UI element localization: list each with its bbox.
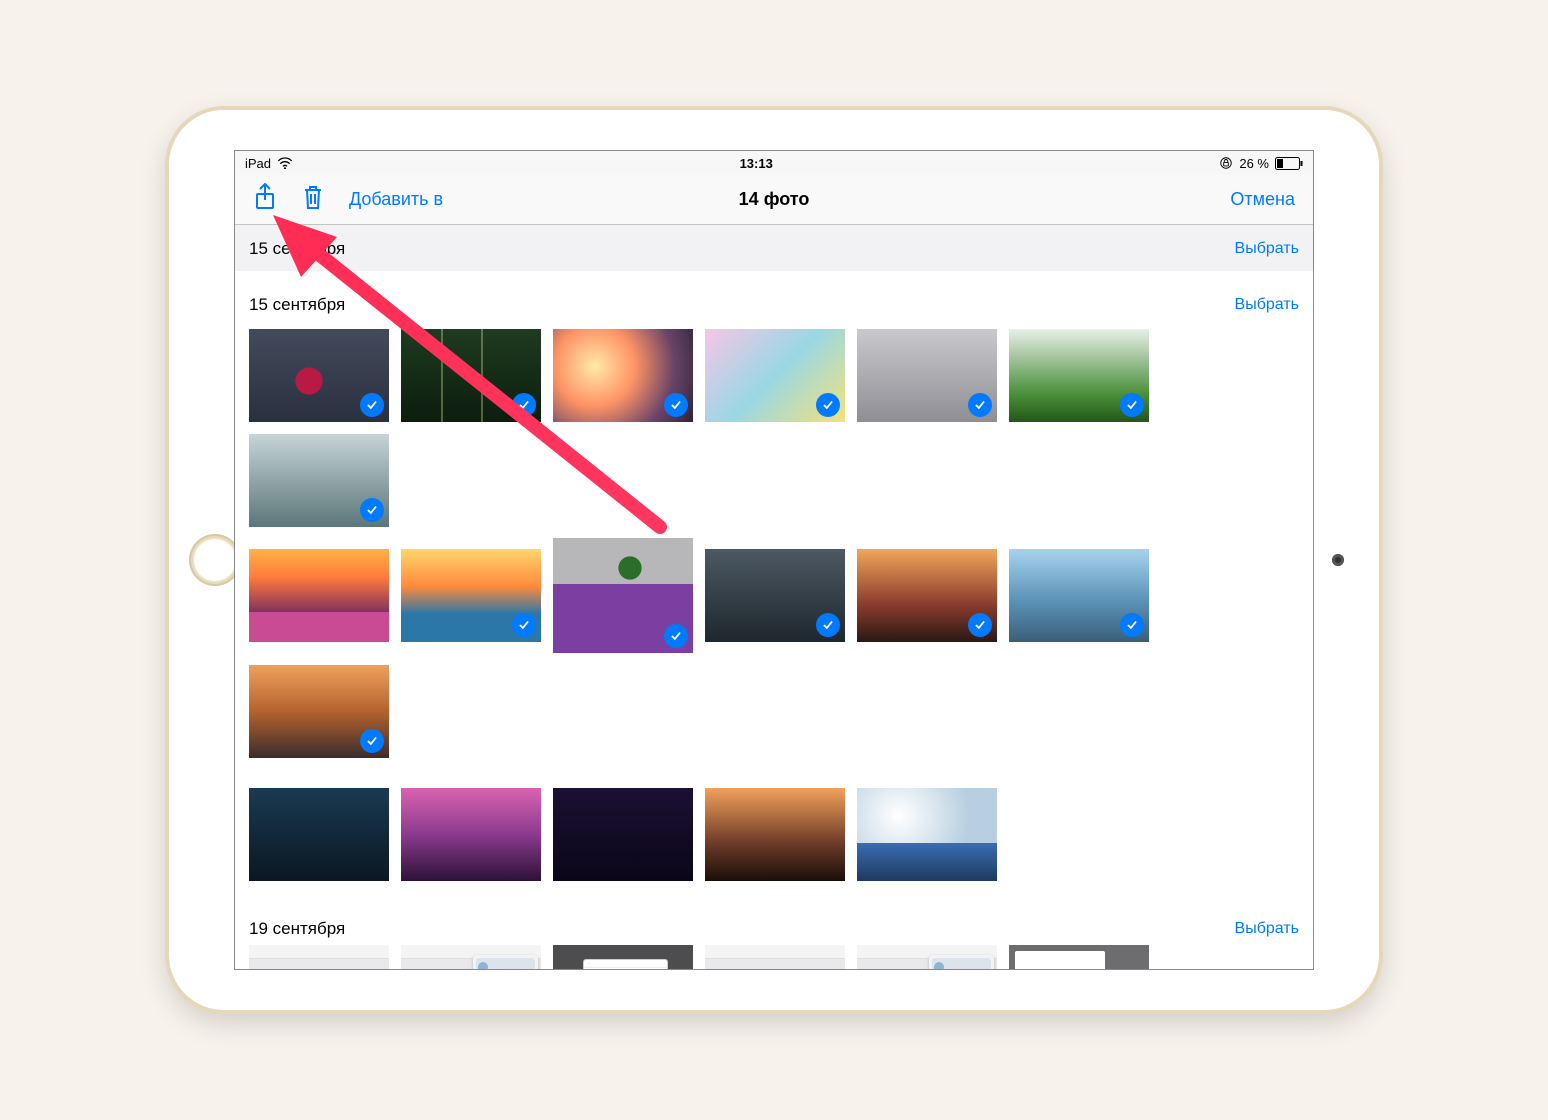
check-icon — [360, 393, 384, 417]
check-icon — [360, 613, 384, 637]
photo-grid — [235, 329, 1313, 577]
photo-thumb[interactable] — [1009, 945, 1149, 969]
photo-thumb[interactable]: ··· — [553, 945, 693, 969]
status-bar: iPad 13:13 26 % — [235, 151, 1313, 175]
photo-thumb[interactable] — [705, 788, 845, 881]
select-link[interactable]: Выбрать — [1235, 920, 1299, 938]
check-icon — [1120, 613, 1144, 637]
cancel-button[interactable]: Отмена — [1230, 189, 1295, 210]
front-camera — [1332, 554, 1344, 566]
photo-thumb[interactable] — [249, 434, 389, 527]
check-icon — [816, 393, 840, 417]
section-header: 19 сентября Выбрать — [235, 911, 1313, 945]
section-date: 19 сентября — [249, 919, 345, 939]
photo-thumb[interactable] — [401, 329, 541, 422]
check-icon — [968, 613, 992, 637]
check-icon — [968, 393, 992, 417]
photo-thumb[interactable]: iPhone 7iPhone 7 Plus — [705, 945, 845, 969]
photo-thumb[interactable] — [401, 549, 541, 642]
section-date: 15 сентября — [249, 295, 345, 315]
check-icon — [664, 393, 688, 417]
photo-thumb[interactable] — [857, 329, 997, 422]
photo-grid — [235, 788, 1313, 911]
photo-thumb[interactable] — [401, 945, 541, 969]
select-link[interactable]: Выбрать — [1235, 240, 1299, 258]
photo-thumb[interactable] — [249, 788, 389, 881]
screen: iPad 13:13 26 % — [234, 150, 1314, 970]
share-popover-preview — [929, 955, 994, 969]
photo-thumb[interactable] — [705, 549, 845, 642]
battery-pct: 26 % — [1239, 156, 1269, 171]
photo-thumb[interactable] — [553, 538, 693, 653]
check-icon — [664, 624, 688, 648]
photo-thumb[interactable] — [553, 788, 693, 881]
photo-thumb[interactable]: iPhone 7iPhone 7 Plus — [249, 945, 389, 969]
photo-grid: iPhone 7iPhone 7 Plus — [235, 945, 1313, 969]
photo-thumb[interactable] — [249, 665, 389, 758]
check-icon — [816, 613, 840, 637]
clock: 13:13 — [740, 156, 773, 171]
add-to-button[interactable]: Добавить в — [349, 189, 443, 210]
trash-button[interactable] — [301, 183, 325, 216]
device-label: iPad — [245, 156, 271, 171]
photo-thumb[interactable] — [249, 329, 389, 422]
toolbar: Добавить в 14 фото Отмена — [235, 175, 1313, 225]
orientation-lock-icon — [1219, 156, 1233, 170]
ipad-device: iPad 13:13 26 % — [169, 110, 1379, 1010]
photo-thumb[interactable] — [705, 329, 845, 422]
check-icon — [1120, 393, 1144, 417]
photo-thumb[interactable] — [1009, 329, 1149, 422]
photo-thumb[interactable] — [857, 788, 997, 881]
check-icon — [512, 613, 536, 637]
section-header: 15 сентября Выбрать — [235, 225, 1313, 271]
check-icon — [360, 498, 384, 522]
photo-thumb[interactable] — [857, 549, 997, 642]
check-icon — [512, 393, 536, 417]
share-popover-preview — [473, 955, 538, 969]
battery-icon — [1275, 157, 1303, 170]
check-icon — [360, 729, 384, 753]
share-button[interactable] — [253, 182, 277, 217]
photo-thumb[interactable] — [1009, 549, 1149, 642]
section-header: 15 сентября Выбрать — [235, 271, 1313, 329]
photo-grid — [235, 549, 1313, 808]
settings-panel-preview: ··· — [583, 959, 668, 969]
photo-thumb[interactable] — [249, 549, 389, 642]
photo-thumb[interactable] — [857, 945, 997, 969]
photo-content: 15 сентября Выбрать 15 сентября Выбрать — [235, 225, 1313, 969]
wifi-icon — [277, 157, 293, 169]
select-link[interactable]: Выбрать — [1235, 296, 1299, 314]
photo-thumb[interactable] — [553, 329, 693, 422]
photo-thumb[interactable] — [401, 788, 541, 881]
section-date: 15 сентября — [249, 239, 345, 259]
